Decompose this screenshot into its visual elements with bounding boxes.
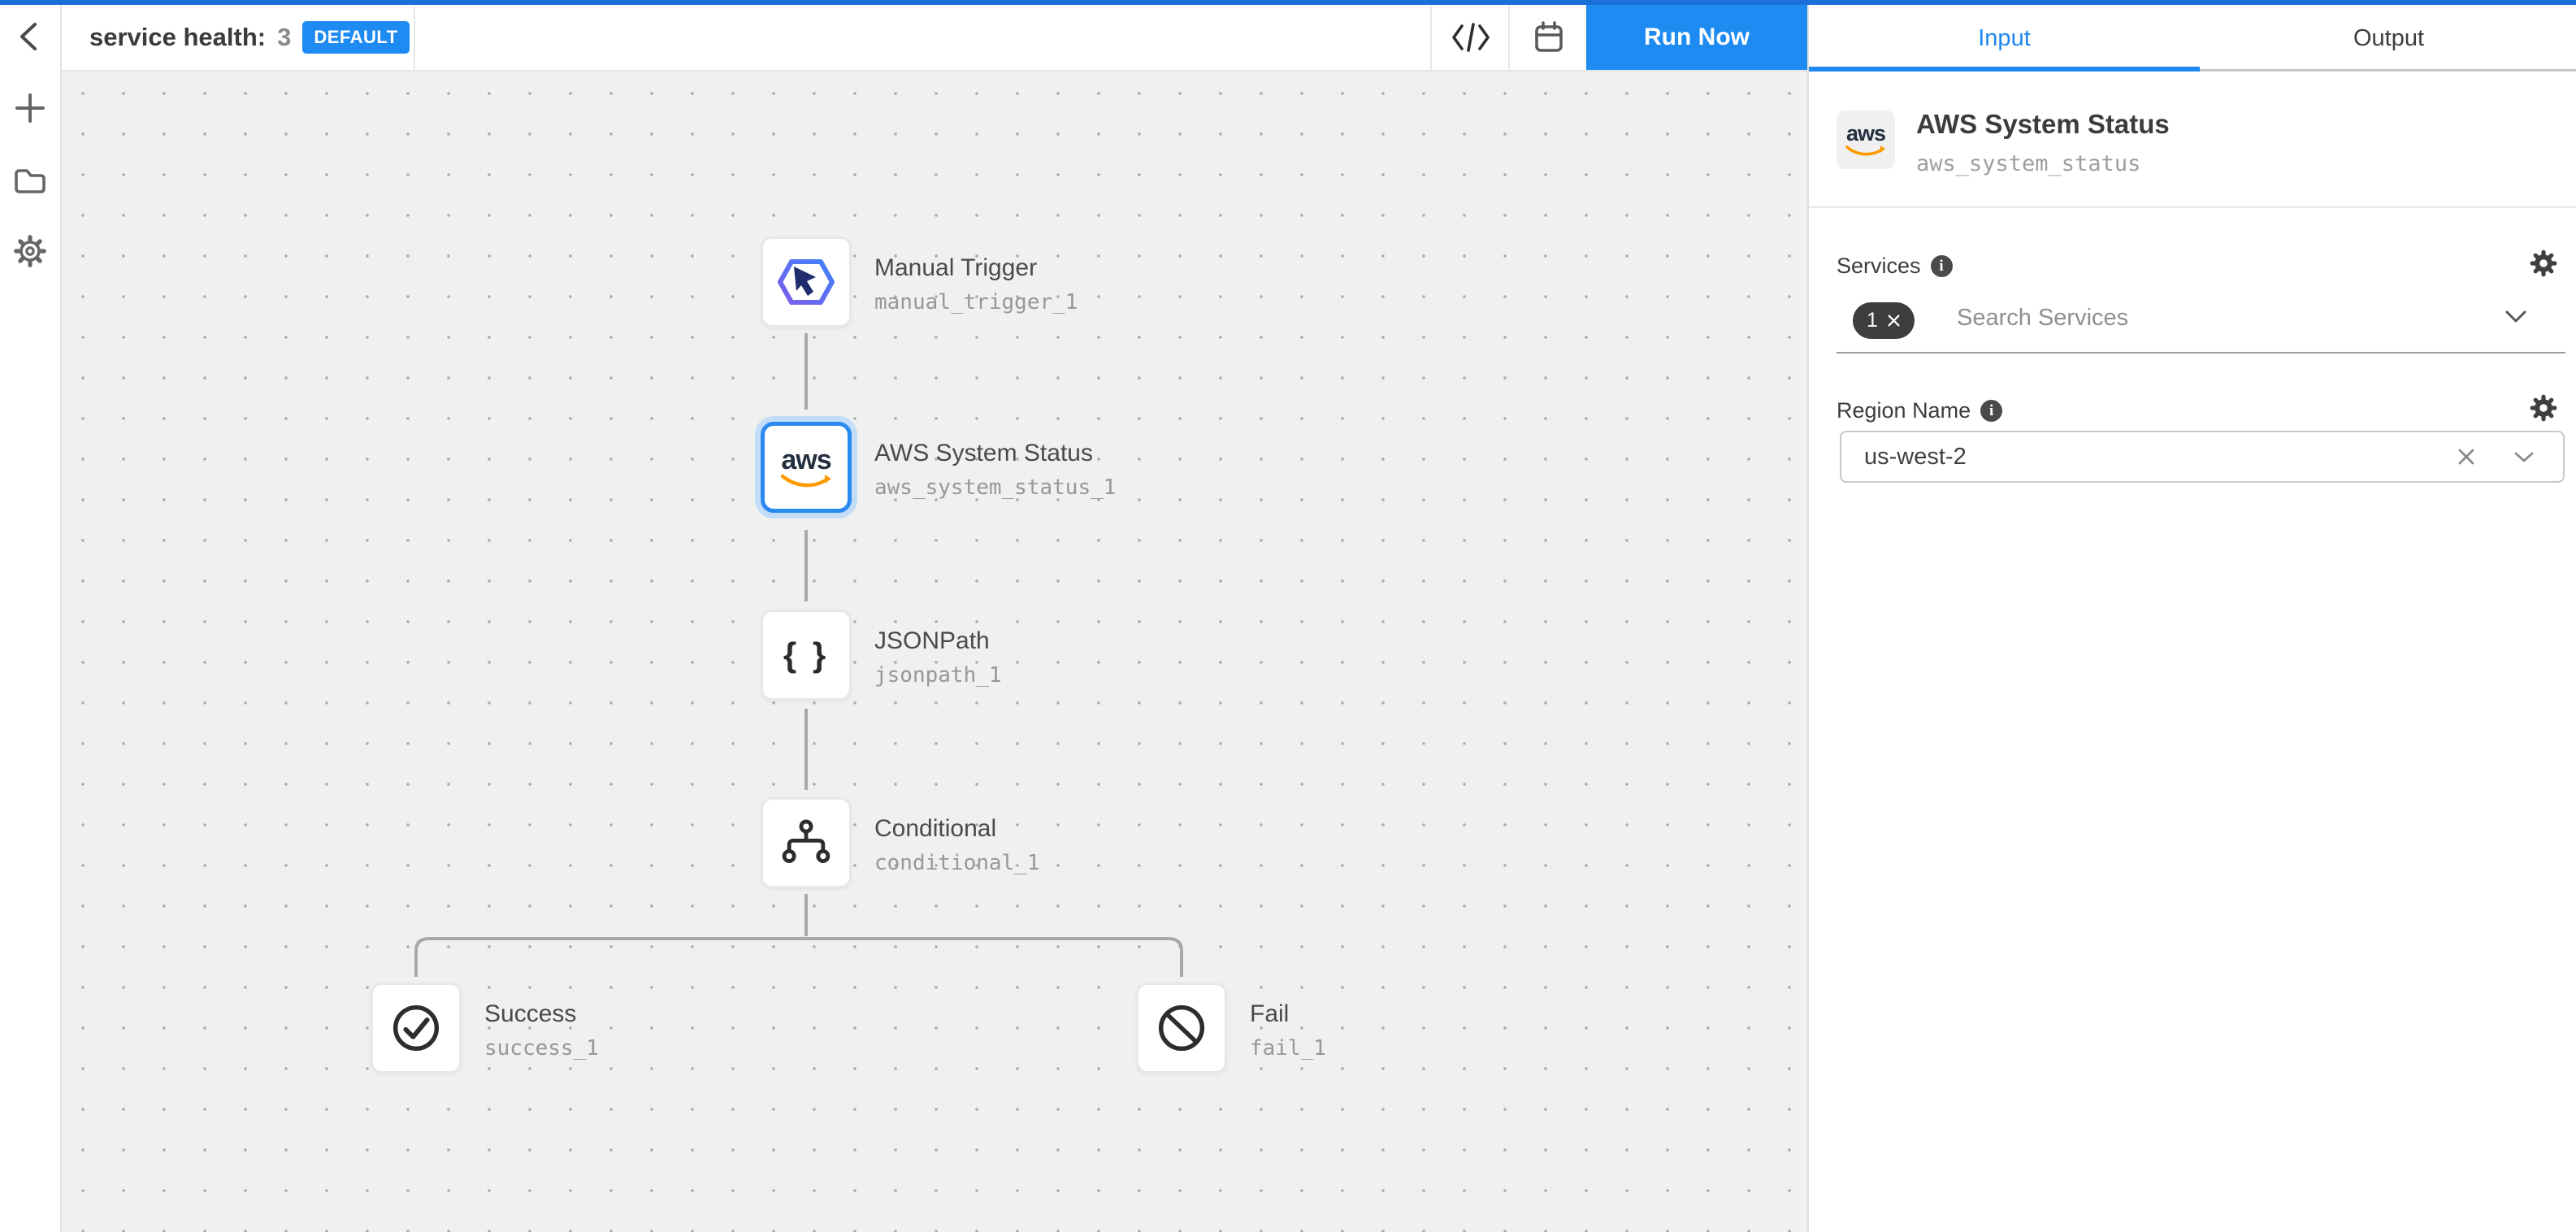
aws-logo-text: aws (781, 446, 830, 474)
workflow-version-count: 3 (277, 23, 291, 52)
divider (1809, 206, 2576, 208)
workflow-title-group: service health: 3 DEFAULT (89, 5, 410, 70)
schedule-button[interactable] (1510, 5, 1588, 70)
workflow-canvas[interactable]: Manual Trigger manual_trigger_1 aws AWS … (62, 72, 1807, 1232)
active-tab-underline (1809, 67, 2200, 72)
settings-button[interactable] (7, 228, 54, 275)
gear-icon (2528, 248, 2559, 279)
back-chevron-icon (14, 20, 46, 54)
files-button[interactable] (7, 158, 54, 205)
node-title: JSONPath (874, 627, 1002, 655)
node-title: Success (484, 1000, 599, 1028)
inspector-panel: Input Output aws AWS System Status aws_s… (1807, 5, 2576, 1232)
left-toolbar (0, 5, 62, 1232)
region-settings-button[interactable] (2526, 390, 2561, 426)
panel-node-title: AWS System Status (1916, 109, 2170, 140)
top-accent-strip (0, 0, 2576, 5)
node-label: AWS System Status aws_system_status_1 (874, 440, 1116, 500)
chevron-down-icon[interactable] (2514, 452, 2534, 463)
node-success[interactable] (371, 983, 462, 1074)
tab-input[interactable]: Input (1809, 5, 2200, 72)
node-title: AWS System Status (874, 440, 1116, 467)
region-label-row: Region Name i (1837, 398, 2002, 423)
back-button[interactable] (7, 13, 54, 60)
region-select[interactable]: us-west-2 (1840, 431, 2565, 483)
node-label: Conditional conditional_1 (874, 815, 1040, 875)
tab-output[interactable]: Output (2200, 5, 2576, 72)
braces-icon: { } (783, 636, 829, 675)
region-label: Region Name (1837, 398, 1971, 423)
node-type-icon-tile: aws (1837, 111, 1895, 169)
node-label: Success success_1 (484, 1000, 599, 1061)
services-settings-button[interactable] (2526, 245, 2561, 281)
manual-trigger-icon (774, 249, 839, 315)
plus-icon (14, 92, 46, 124)
clear-icon[interactable] (2456, 446, 2477, 467)
services-multiselect[interactable]: 1 Search Services (1837, 291, 2565, 345)
check-circle-icon (385, 997, 447, 1059)
aws-logo-text: aws (1846, 123, 1885, 145)
workflow-title: service health: (89, 23, 266, 52)
services-selected-chip[interactable]: 1 (1853, 302, 1915, 339)
tab-underline (2200, 69, 2576, 72)
folder-icon (11, 163, 49, 199)
node-id: success_1 (484, 1036, 599, 1061)
panel-tab-bar: Input Output (1809, 5, 2576, 72)
services-label-row: Services i (1837, 254, 1953, 279)
chevron-down-icon[interactable] (2505, 310, 2526, 323)
services-label: Services (1837, 254, 1921, 279)
node-jsonpath[interactable]: { } (761, 609, 852, 701)
code-icon (1450, 21, 1492, 54)
add-node-button[interactable] (7, 85, 54, 132)
chip-count: 1 (1867, 309, 1878, 332)
slash-circle-icon (1151, 997, 1212, 1059)
gear-icon (11, 232, 49, 270)
node-title: Fail (1250, 1000, 1326, 1028)
node-id: fail_1 (1250, 1036, 1326, 1061)
node-id: conditional_1 (874, 851, 1040, 875)
divider (414, 5, 415, 70)
node-label: Fail fail_1 (1250, 1000, 1326, 1061)
run-now-button[interactable]: Run Now (1586, 5, 1807, 70)
info-icon[interactable]: i (1980, 400, 2002, 422)
services-search-placeholder: Search Services (1957, 305, 2128, 332)
aws-smile-icon (779, 474, 833, 488)
node-id: aws_system_status_1 (874, 475, 1116, 500)
region-value: us-west-2 (1864, 432, 1967, 481)
top-bar: service health: 3 DEFAULT Run Now (62, 5, 1807, 72)
node-label: JSONPath jsonpath_1 (874, 627, 1002, 688)
node-label: Manual Trigger manual_trigger_1 (874, 254, 1078, 315)
calendar-icon (1529, 18, 1568, 57)
gear-icon (2528, 393, 2559, 423)
node-title: Manual Trigger (874, 254, 1078, 282)
info-icon[interactable]: i (1931, 255, 1953, 277)
services-field-underline (1837, 352, 2565, 354)
default-badge: DEFAULT (302, 21, 409, 54)
node-conditional[interactable] (761, 797, 852, 888)
panel-node-id: aws_system_status (1916, 151, 2140, 176)
node-manual-trigger[interactable] (761, 236, 852, 328)
code-view-button[interactable] (1432, 5, 1510, 70)
branch-icon (779, 818, 833, 867)
node-id: jsonpath_1 (874, 663, 1002, 688)
node-title: Conditional (874, 815, 1040, 843)
node-aws-system-status[interactable]: aws (761, 422, 852, 513)
node-fail[interactable] (1136, 983, 1227, 1074)
chip-remove-icon[interactable] (1887, 314, 1901, 328)
aws-smile-icon (1845, 145, 1887, 157)
node-id: manual_trigger_1 (874, 290, 1078, 315)
